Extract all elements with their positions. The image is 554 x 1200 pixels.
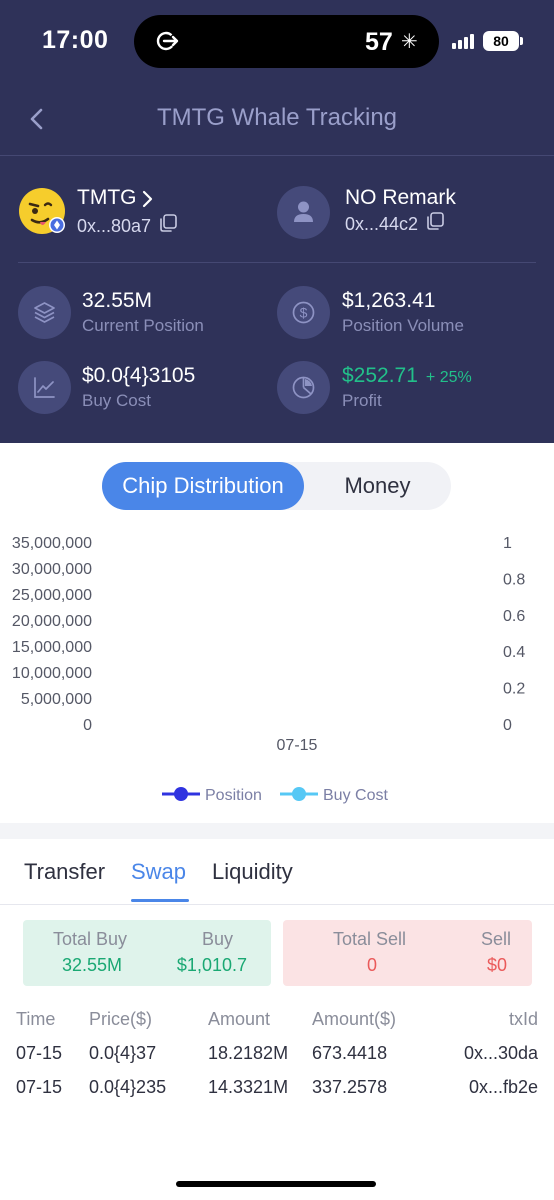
y-left-tick-label: 15,000,000 [12, 639, 92, 656]
buy-value: $1,010.7 [176, 955, 247, 975]
legend-label: Buy Cost [323, 787, 388, 804]
profit-value: $252.71 + 25% [342, 364, 472, 387]
sell-label: Sell [480, 929, 511, 949]
layers-icon [18, 286, 71, 339]
position-volume-label: Position Volume [342, 316, 464, 335]
pie-chart-icon [277, 361, 330, 414]
table-row[interactable]: 07-15 0.0{4}235 14.3321M 337.2578 0x...f… [0, 1077, 554, 1107]
signal-icon [452, 33, 474, 49]
dollar-coin-icon: $ [277, 286, 330, 339]
y-left-tick-label: 25,000,000 [12, 587, 92, 604]
buy-label: Buy [201, 929, 233, 949]
segment-money[interactable]: Money [304, 462, 451, 510]
y-right-tick-label: 0.8 [503, 571, 525, 588]
island-value: 57 [365, 28, 393, 56]
buy-summary-card: Total Buy 32.55M Buy $1,010.7 [23, 920, 271, 986]
y-right-tick-label: 0.6 [503, 608, 525, 625]
y-left-tick-label: 35,000,000 [12, 535, 92, 552]
nav-bar: TMTG Whale Tracking [0, 84, 554, 156]
cell-amount: 18.2182M [208, 1043, 289, 1063]
cell-txid[interactable]: 0x...fb2e [469, 1077, 538, 1098]
y-left-tick-label: 0 [83, 717, 92, 734]
col-price: Price($) [89, 1009, 153, 1029]
svg-text:$: $ [300, 305, 308, 321]
cell-time: 07-15 [16, 1043, 63, 1063]
token-address: 0x...80a7 [77, 216, 152, 236]
segment-chip-distribution[interactable]: Chip Distribution [102, 462, 304, 510]
current-position-value: 32.55M [82, 289, 153, 312]
header-panel: 17:00 57 ✳ 80 TMTG Whale Tracking TMTG 0… [0, 0, 554, 443]
tab-transfer[interactable]: Transfer [24, 859, 105, 885]
buy-cost-value: $0.0{4}3105 [82, 364, 196, 387]
activity-tabs: Transfer Swap Liquidity [0, 839, 554, 905]
cell-price: 0.0{4}235 [89, 1077, 167, 1097]
copy-icon[interactable] [425, 211, 445, 231]
exit-icon [156, 31, 179, 51]
col-time: Time [16, 1009, 56, 1029]
divider [18, 262, 536, 263]
cell-amount-usd: 673.4418 [312, 1043, 388, 1063]
cell-amount-usd: 337.2578 [312, 1077, 388, 1097]
status-time: 17:00 [42, 26, 109, 54]
total-sell-label: Total Sell [333, 929, 407, 949]
battery-icon: 80 [483, 31, 523, 51]
chart-segment-control: Chip Distribution Money [102, 462, 451, 510]
y-left-tick-label: 30,000,000 [12, 561, 92, 578]
line-chart-icon [18, 361, 71, 414]
cell-txid[interactable]: 0x...30da [464, 1043, 538, 1064]
dynamic-island: 57 ✳ [134, 15, 439, 68]
buy-cost-label: Buy Cost [82, 391, 151, 410]
token-name[interactable]: TMTG [77, 186, 136, 210]
table-header: Time Price($) Amount Amount($) txId [0, 1009, 554, 1039]
wallet-address: 0x...44c2 [345, 214, 419, 234]
profit-change: + 25% [425, 369, 472, 386]
copy-icon[interactable] [158, 213, 178, 233]
y-right-tick-label: 1 [503, 535, 512, 552]
profit-label: Profit [342, 391, 382, 410]
legend-marker [292, 787, 306, 801]
y-left-tick-label: 20,000,000 [12, 613, 92, 630]
tab-swap[interactable]: Swap [131, 859, 186, 885]
status-bar: 17:00 57 ✳ 80 [0, 0, 554, 84]
x-tick-label: 07-15 [277, 737, 318, 754]
cell-price: 0.0{4}37 [89, 1043, 157, 1063]
y-right-tick-label: 0.4 [503, 644, 525, 661]
col-amount-usd: Amount($) [312, 1009, 397, 1029]
home-indicator[interactable] [176, 1181, 376, 1187]
legend-marker [174, 787, 188, 801]
y-left-tick-label: 5,000,000 [21, 691, 92, 708]
chip-distribution-chart: 35,000,000 30,000,000 25,000,000 20,000,000… [12, 535, 525, 804]
active-tab-indicator [131, 899, 189, 902]
chevron-right-icon[interactable] [140, 188, 156, 210]
wallet-remark[interactable]: NO Remark [345, 186, 456, 210]
y-left-tick-label: 10,000,000 [12, 665, 92, 682]
total-buy-label: Total Buy [53, 929, 128, 949]
tab-liquidity[interactable]: Liquidity [212, 859, 293, 885]
cell-time: 07-15 [16, 1077, 63, 1097]
col-amount: Amount [208, 1009, 271, 1029]
wallet-avatar [277, 186, 330, 239]
current-position-label: Current Position [82, 316, 204, 335]
asterisk-icon: ✳ [401, 31, 418, 53]
user-icon [294, 201, 313, 222]
position-volume-value: $1,263.41 [342, 289, 436, 312]
cell-amount: 14.3321M [208, 1077, 289, 1097]
token-avatar[interactable] [18, 187, 66, 235]
y-right-tick-label: 0.2 [503, 681, 525, 698]
sell-value: $0 [486, 955, 507, 975]
y-right-tick-label: 0 [503, 717, 512, 734]
sell-summary-card: Total Sell 0 Sell $0 [283, 920, 532, 986]
section-gap [0, 823, 554, 839]
total-buy-value: 32.55M [62, 955, 123, 975]
page-title: TMTG Whale Tracking [156, 104, 398, 131]
table-row[interactable]: 07-15 0.0{4}37 18.2182M 673.4418 0x...30… [0, 1043, 554, 1073]
total-sell-value: 0 [367, 955, 378, 975]
legend-label: Position [205, 787, 262, 804]
col-txid: txId [508, 1009, 538, 1029]
